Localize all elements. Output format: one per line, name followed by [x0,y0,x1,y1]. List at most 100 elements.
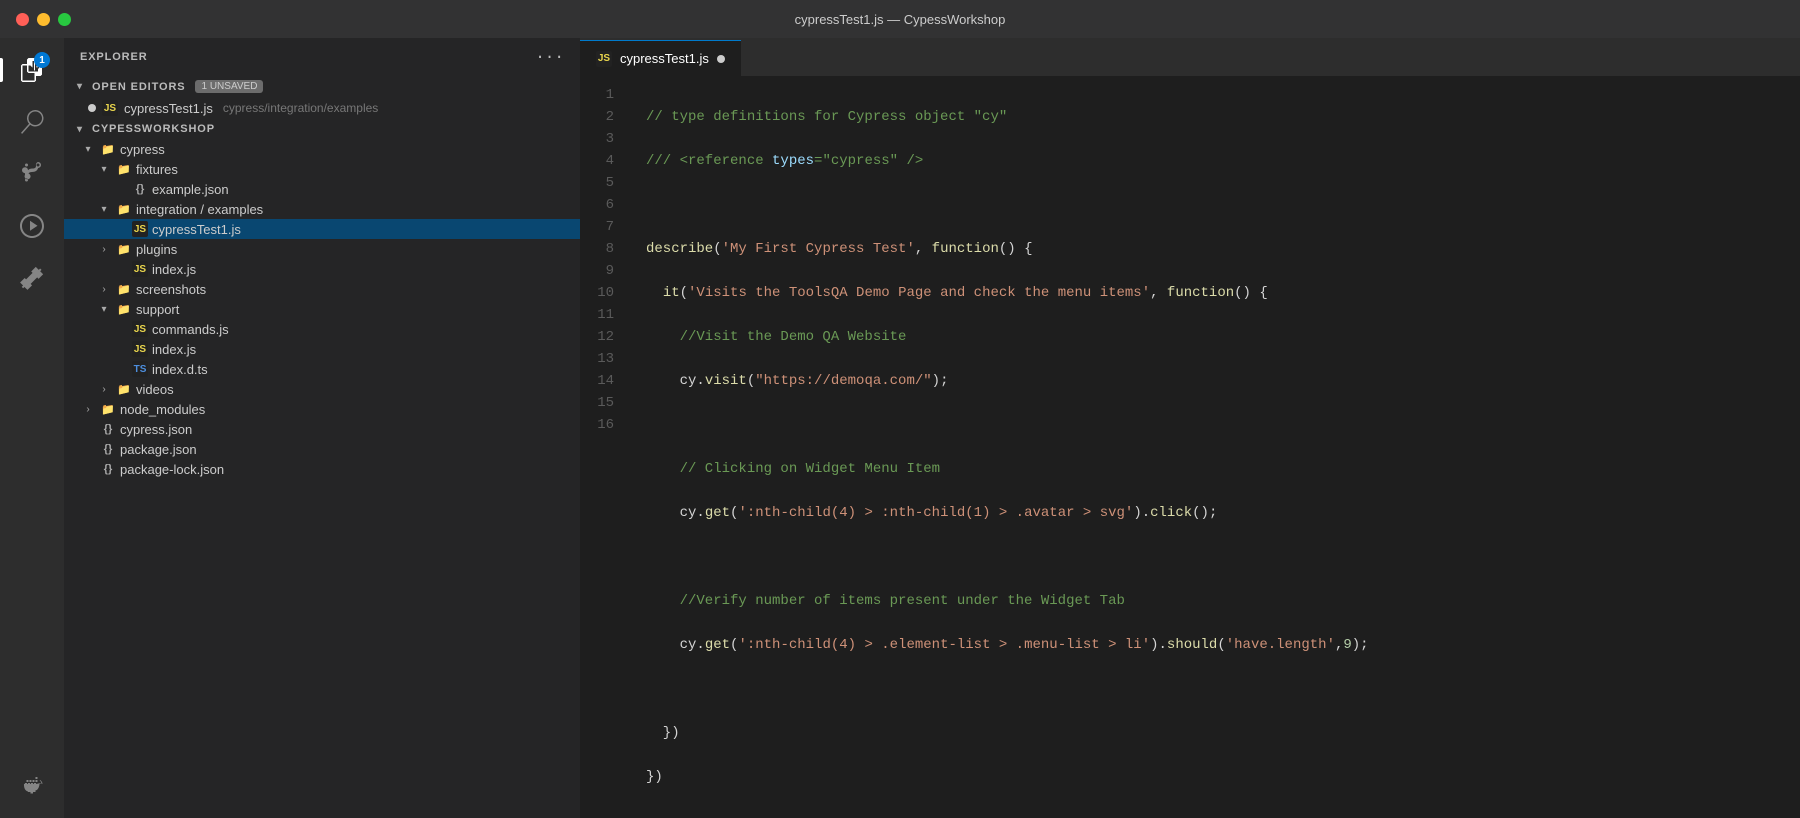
sidebar-title: EXPLORER [80,51,148,63]
integration-label: integration / examples [136,202,263,217]
code-line-9: // Clicking on Widget Menu Item [646,458,1784,480]
plugins-label: plugins [136,242,177,257]
workspace-chevron [72,124,88,135]
code-editor[interactable]: 1 2 3 4 5 6 7 8 9 10 11 12 13 14 15 16 /… [580,76,1800,818]
maximize-button[interactable] [58,13,71,26]
fixtures-folder-icon: 📁 [116,161,132,177]
explorer-badge: 1 [34,52,50,68]
activity-bar: 1 [0,38,64,818]
activity-item-docker[interactable] [8,762,56,810]
workspace-label: CYPESSWORKSHOP [92,123,215,135]
minimize-button[interactable] [37,13,50,26]
open-editor-file[interactable]: JS cypressTest1.js cypress/integration/e… [64,97,580,119]
line-numbers: 1 2 3 4 5 6 7 8 9 10 11 12 13 14 15 16 [580,84,630,810]
extensions-icon [20,266,44,290]
sidebar-actions[interactable]: ··· [535,48,564,66]
code-line-3 [646,194,1784,216]
code-content[interactable]: // type definitions for Cypress object "… [630,84,1800,810]
sidebar: EXPLORER ··· OPEN EDITORS 1 UNSAVED JS c… [64,38,580,818]
more-options-icon[interactable]: ··· [535,48,564,66]
code-line-7: cy.visit("https://demoqa.com/"); [646,370,1784,392]
code-line-5: it('Visits the ToolsQA Demo Page and che… [646,282,1784,304]
folder-screenshots[interactable]: 📁 screenshots [64,279,580,299]
screenshots-label: screenshots [136,282,206,297]
activity-item-source-control[interactable] [8,150,56,198]
open-editors-section[interactable]: OPEN EDITORS 1 UNSAVED [64,76,580,97]
code-line-8 [646,414,1784,436]
activity-item-run[interactable] [8,202,56,250]
folder-cypress[interactable]: 📁 cypress [64,139,580,159]
code-line-1: // type definitions for Cypress object "… [646,106,1784,128]
close-button[interactable] [16,13,29,26]
cypress-folder-label: cypress [120,142,165,157]
code-line-13: cy.get(':nth-child(4) > .element-list > … [646,634,1784,656]
folder-node-modules[interactable]: 📁 node_modules [64,399,580,419]
js-icon-commands: JS [132,321,148,337]
ts-icon-index: TS [132,361,148,377]
file-index-dts[interactable]: TS index.d.ts [64,359,580,379]
json-icon-package: {} [100,441,116,457]
js-icon-support-index: JS [132,341,148,357]
window-controls[interactable] [16,13,71,26]
support-chevron [96,304,112,315]
tab-unsaved-dot [717,55,725,63]
plugins-folder-icon: 📁 [116,241,132,257]
file-cypress-json[interactable]: {} cypress.json [64,419,580,439]
run-debug-icon [20,214,44,238]
file-package-json[interactable]: {} package.json [64,439,580,459]
videos-label: videos [136,382,174,397]
tab-js-icon: JS [596,51,612,67]
folder-plugins[interactable]: 📁 plugins [64,239,580,259]
file-commands-js[interactable]: JS commands.js [64,319,580,339]
workspace-section[interactable]: CYPESSWORKSHOP [64,119,580,139]
videos-folder-icon: 📁 [116,381,132,397]
source-control-icon [20,162,44,186]
cypress-test1-label: cypressTest1.js [152,222,241,237]
folder-support[interactable]: 📁 support [64,299,580,319]
activity-item-extensions[interactable] [8,254,56,302]
unsaved-badge: 1 UNSAVED [195,80,263,93]
node-modules-chevron [80,404,96,415]
screenshots-folder-icon: 📁 [116,281,132,297]
file-support-index-js[interactable]: JS index.js [64,339,580,359]
code-line-4: describe('My First Cypress Test', functi… [646,238,1784,260]
js-icon-test1: JS [132,221,148,237]
file-package-lock-json[interactable]: {} package-lock.json [64,459,580,479]
cypress-folder-icon: 📁 [100,141,116,157]
file-example-json[interactable]: {} example.json [64,179,580,199]
folder-videos[interactable]: 📁 videos [64,379,580,399]
support-label: support [136,302,179,317]
folder-fixtures[interactable]: 📁 fixtures [64,159,580,179]
open-file-name: cypressTest1.js [124,101,213,116]
code-line-16: }) [646,766,1784,788]
file-cypress-test1[interactable]: JS cypressTest1.js [64,219,580,239]
example-json-label: example.json [152,182,229,197]
folder-integration-examples[interactable]: 📁 integration / examples [64,199,580,219]
support-folder-icon: 📁 [116,301,132,317]
editor-area: JS cypressTest1.js 1 2 3 4 5 6 7 8 9 10 … [580,38,1800,818]
node-modules-label: node_modules [120,402,205,417]
code-line-12: //Verify number of items present under t… [646,590,1784,612]
main-layout: 1 EXPLORE [0,38,1800,818]
screenshots-chevron [96,284,112,295]
code-line-15: }) [646,722,1784,744]
code-line-11 [646,546,1784,568]
code-line-10: cy.get(':nth-child(4) > :nth-child(1) > … [646,502,1784,524]
sidebar-header: EXPLORER ··· [64,38,580,76]
code-line-6: //Visit the Demo QA Website [646,326,1784,348]
activity-item-search[interactable] [8,98,56,146]
videos-chevron [96,384,112,395]
index-dts-label: index.d.ts [152,362,208,377]
file-plugins-index[interactable]: JS index.js [64,259,580,279]
activity-item-explorer[interactable]: 1 [8,46,56,94]
unsaved-dot-indicator [88,104,96,112]
fixtures-chevron [96,164,112,175]
titlebar: cypressTest1.js — CypessWorkshop [0,0,1800,38]
fixtures-label: fixtures [136,162,178,177]
tab-cypress-test1[interactable]: JS cypressTest1.js [580,40,741,76]
plugins-chevron [96,244,112,255]
package-json-label: package.json [120,442,197,457]
open-file-path: cypress/integration/examples [223,101,378,115]
js-icon-plugins-index: JS [132,261,148,277]
plugins-index-label: index.js [152,262,196,277]
